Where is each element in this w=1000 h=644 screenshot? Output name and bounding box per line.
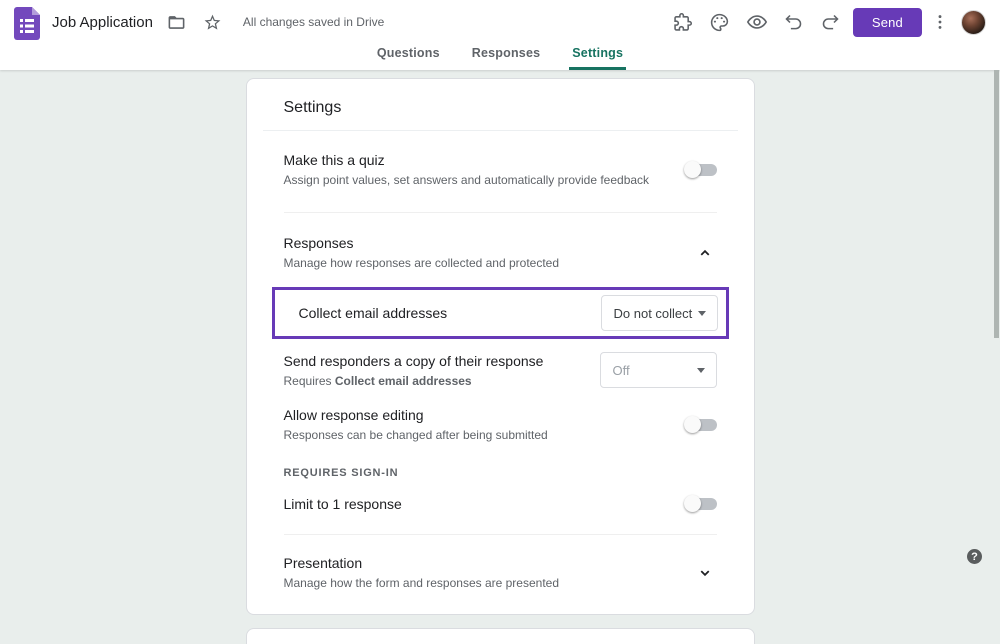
header-actions — [671, 10, 843, 34]
toggle-knob — [683, 415, 701, 433]
star-icon[interactable] — [201, 10, 225, 34]
undo-icon[interactable] — [782, 10, 806, 34]
make-quiz-texts: Make this a quiz Assign point values, se… — [284, 152, 650, 187]
collect-email-label: Collect email addresses — [298, 305, 448, 321]
chevron-up-icon[interactable] — [693, 241, 717, 265]
forms-logo-icon[interactable] — [14, 6, 40, 40]
header-top-row: Job Application All changes saved in Dri… — [0, 0, 1000, 44]
theme-palette-icon[interactable] — [708, 10, 732, 34]
chevron-down-icon[interactable] — [693, 561, 717, 585]
tab-bar: Questions Responses Settings — [0, 44, 1000, 70]
presentation-section-header[interactable]: Presentation Manage how the form and res… — [247, 535, 754, 614]
toggle-knob — [683, 160, 701, 178]
send-button[interactable]: Send — [852, 7, 922, 37]
make-quiz-description: Assign point values, set answers and aut… — [283, 173, 650, 187]
collect-email-dropdown[interactable]: Do not collect — [600, 295, 718, 331]
response-editing-title: Allow response editing — [283, 407, 424, 423]
dropdown-arrow-icon — [696, 367, 705, 373]
scrollbar-thumb[interactable] — [994, 70, 999, 338]
send-copy-value: Off — [612, 362, 630, 378]
presentation-section-title: Presentation — [283, 555, 363, 571]
document-title[interactable]: Job Application — [52, 14, 153, 31]
presentation-section-texts: Presentation Manage how the form and res… — [284, 555, 560, 590]
collect-email-value: Do not collect — [613, 305, 693, 321]
more-options-icon[interactable] — [928, 10, 952, 34]
make-quiz-row: Make this a quiz Assign point values, se… — [247, 131, 754, 212]
save-status: All changes saved in Drive — [242, 15, 385, 29]
send-copy-dropdown[interactable]: Off — [599, 352, 717, 388]
dropdown-arrow-icon — [697, 310, 706, 316]
limit-response-toggle[interactable] — [683, 495, 717, 513]
settings-page: Settings Make this a quiz Assign point v… — [0, 78, 1000, 644]
tab-settings[interactable]: Settings — [569, 44, 627, 70]
response-editing-texts: Allow response editing Responses can be … — [284, 407, 548, 442]
help-button[interactable]: ? — [967, 549, 982, 564]
make-quiz-title: Make this a quiz — [283, 152, 385, 168]
limit-response-row: Limit to 1 response — [247, 481, 754, 534]
requires-prefix: Requires — [283, 373, 335, 388]
responses-section-header[interactable]: Responses Manage how responses are colle… — [247, 213, 754, 278]
responses-section-description: Manage how responses are collected and p… — [283, 256, 560, 270]
google-forms-app: Job Application All changes saved in Dri… — [0, 0, 1000, 644]
responses-section-title: Responses — [283, 235, 354, 251]
response-editing-description: Responses can be changed after being sub… — [283, 428, 548, 442]
make-quiz-toggle[interactable] — [683, 160, 717, 179]
help-glyph: ? — [971, 550, 978, 563]
settings-heading: Settings — [283, 99, 342, 116]
presentation-section-description: Manage how the form and responses are pr… — [283, 576, 560, 590]
move-folder-icon[interactable] — [165, 10, 189, 34]
send-copy-title: Send responders a copy of their response — [283, 352, 544, 369]
response-editing-toggle[interactable] — [683, 415, 717, 434]
scrollbar[interactable] — [993, 70, 1000, 571]
tab-questions[interactable]: Questions — [374, 44, 443, 70]
account-avatar[interactable] — [961, 9, 986, 35]
send-copy-texts: Send responders a copy of their response… — [284, 353, 544, 388]
responses-section-texts: Responses Manage how responses are colle… — [284, 235, 560, 270]
toggle-knob — [683, 495, 701, 512]
send-copy-requires-note: Requires Collect email addresses — [284, 374, 544, 388]
preview-eye-icon[interactable] — [745, 10, 769, 34]
next-card-top-edge — [245, 628, 755, 644]
response-editing-row: Allow response editing Responses can be … — [247, 395, 754, 450]
app-header: Job Application All changes saved in Dri… — [0, 0, 1000, 70]
addons-puzzle-icon[interactable] — [671, 10, 695, 34]
requires-sign-in-header: REQUIRES SIGN-IN — [283, 467, 399, 479]
tab-responses[interactable]: Responses — [469, 44, 544, 70]
settings-card: Settings Make this a quiz Assign point v… — [245, 78, 755, 615]
redo-icon[interactable] — [819, 10, 843, 34]
requires-bold: Collect email addresses — [334, 373, 472, 388]
limit-response-title: Limit to 1 response — [283, 496, 402, 512]
send-copy-row: Send responders a copy of their response… — [247, 345, 754, 395]
limit-response-texts: Limit to 1 response — [284, 496, 402, 512]
collect-email-row-highlighted: Collect email addresses Do not collect — [271, 287, 729, 339]
